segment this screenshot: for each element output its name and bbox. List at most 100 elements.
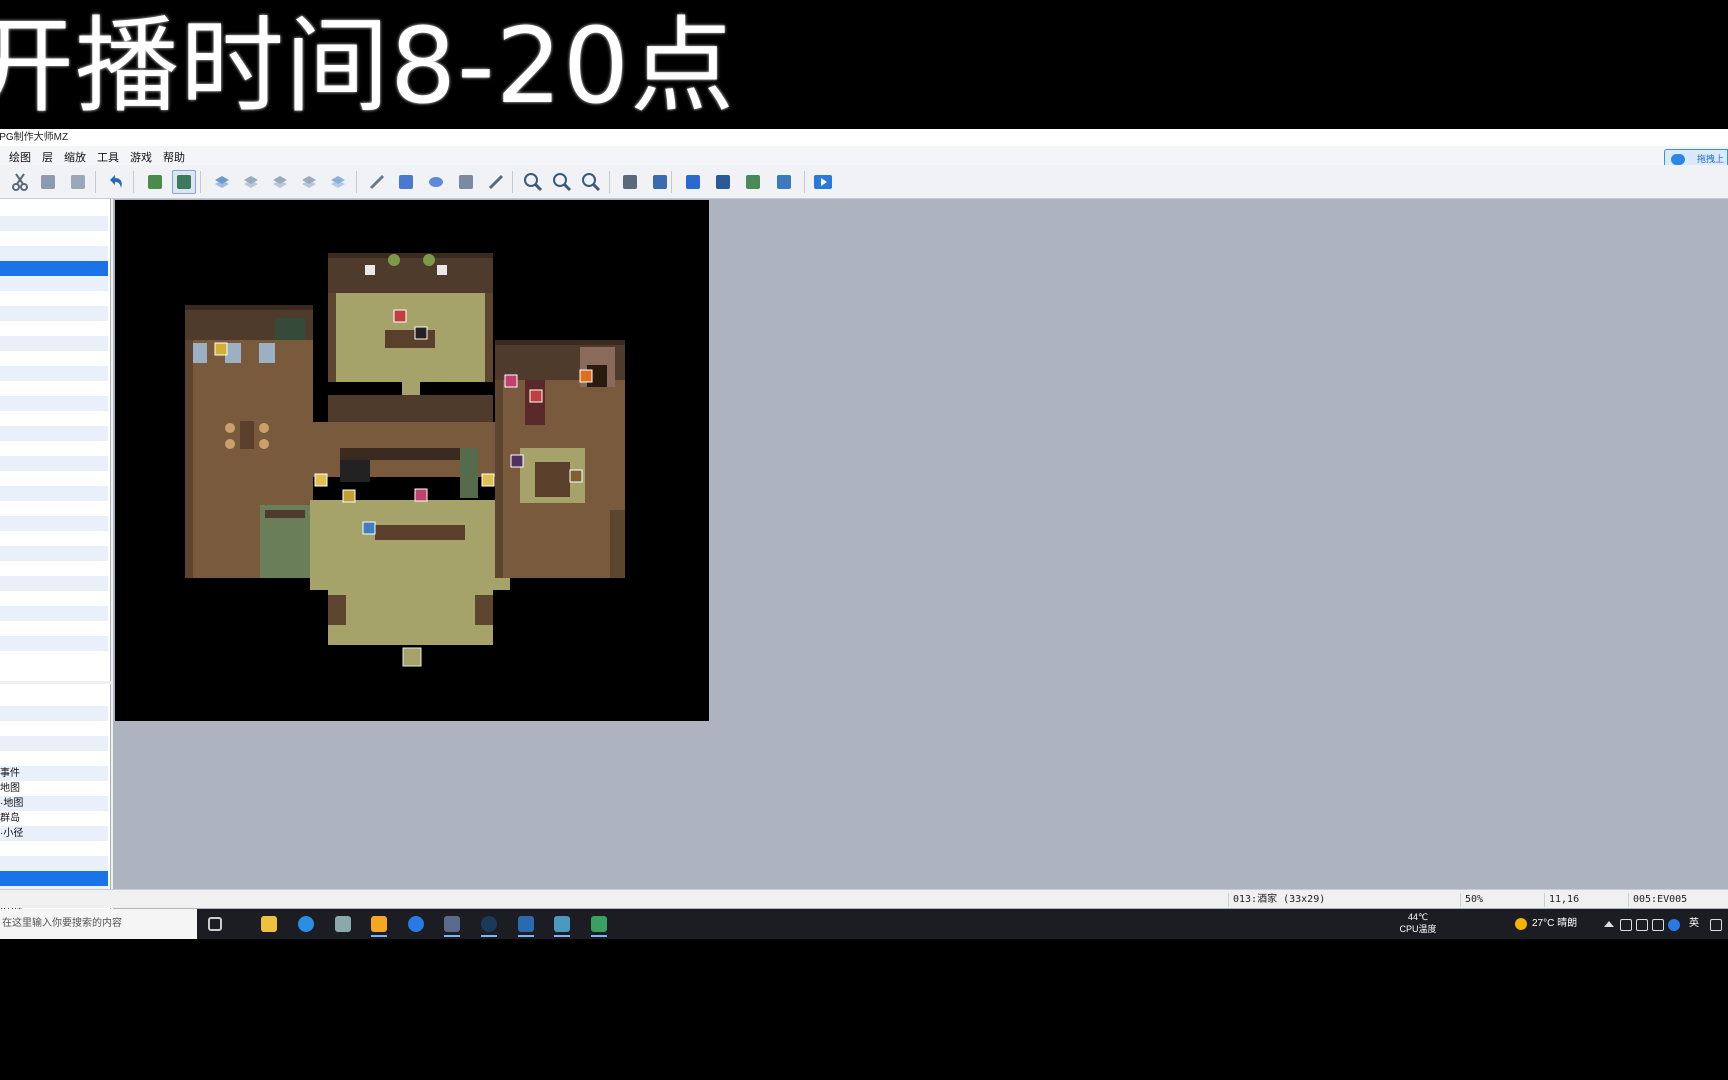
- app-tray-icon[interactable]: [1668, 919, 1680, 931]
- volume-icon[interactable]: [1652, 919, 1664, 931]
- menu-tools[interactable]: 工具: [97, 149, 119, 165]
- tile-row[interactable]: [0, 486, 108, 501]
- character-generator-icon[interactable]: [772, 170, 796, 194]
- tile-row[interactable]: [0, 261, 108, 276]
- taskbar-search-input[interactable]: 在这里输入你要搜索的内容: [0, 909, 197, 939]
- rectangle-icon[interactable]: [394, 170, 418, 194]
- resource-manager-icon[interactable]: [741, 170, 765, 194]
- event-mode-icon[interactable]: [172, 170, 196, 194]
- tile-row[interactable]: [0, 336, 108, 351]
- map-list-item[interactable]: ·小径: [0, 826, 108, 841]
- tile-row[interactable]: [0, 546, 108, 561]
- map-list-item[interactable]: [0, 706, 108, 721]
- tile-row[interactable]: [0, 276, 108, 291]
- map-canvas[interactable]: [115, 200, 709, 721]
- app-orange-icon[interactable]: [366, 912, 392, 937]
- menu-draw[interactable]: 绘图: [9, 149, 31, 165]
- plugin-manager-icon[interactable]: [648, 170, 672, 194]
- map-drawing[interactable]: [115, 200, 709, 721]
- menu-layer[interactable]: 层: [42, 149, 53, 165]
- map-list-item[interactable]: [0, 736, 108, 751]
- layer-3-icon[interactable]: [297, 170, 321, 194]
- tile-row[interactable]: [0, 516, 108, 531]
- rpg-maker-task-icon[interactable]: [439, 912, 465, 937]
- tile-row[interactable]: [0, 561, 108, 576]
- tile-row[interactable]: [0, 351, 108, 366]
- menu-help[interactable]: 帮助: [163, 149, 185, 165]
- database-icon[interactable]: [618, 170, 642, 194]
- game-app-icon[interactable]: [586, 912, 612, 937]
- zoom-actual-icon[interactable]: [579, 170, 603, 194]
- menu-zoom[interactable]: 缩放: [64, 149, 86, 165]
- tile-row[interactable]: [0, 456, 108, 471]
- tile-row[interactable]: [0, 291, 108, 306]
- playtest-icon[interactable]: [811, 170, 835, 194]
- title-bar[interactable]: RPG制作大师MZ: [0, 129, 1728, 146]
- map-list-item[interactable]: [0, 721, 108, 736]
- tile-row[interactable]: [0, 231, 108, 246]
- steam-icon[interactable]: [476, 912, 502, 937]
- tile-row[interactable]: [0, 396, 108, 411]
- map-editor-area[interactable]: [113, 199, 1728, 909]
- weather-text[interactable]: 27°C 晴朗: [1532, 909, 1577, 939]
- tile-row[interactable]: [0, 471, 108, 486]
- task-view-icon[interactable]: [202, 912, 228, 936]
- map-tree[interactable]: 事件地图·地图群岛·小径·小径地: [0, 684, 111, 909]
- tile-row[interactable]: [0, 321, 108, 336]
- layer-1-icon[interactable]: [239, 170, 263, 194]
- map-list-item[interactable]: [0, 691, 108, 706]
- fill-icon[interactable]: [454, 170, 478, 194]
- calculator-icon[interactable]: [330, 912, 356, 936]
- map-list-item[interactable]: [0, 841, 108, 856]
- sound-test-icon[interactable]: [681, 170, 705, 194]
- weather-sun-icon[interactable]: [1515, 918, 1527, 930]
- file-explorer-icon[interactable]: [256, 912, 282, 936]
- pencil-icon[interactable]: [365, 170, 389, 194]
- layer-auto-icon[interactable]: [210, 170, 234, 194]
- edge-browser-icon[interactable]: [293, 912, 319, 936]
- map-list-item[interactable]: [0, 856, 108, 871]
- tile-row[interactable]: [0, 576, 108, 591]
- tile-row[interactable]: [0, 606, 108, 621]
- screen-capture-icon[interactable]: [549, 912, 575, 937]
- map-list-item[interactable]: [0, 751, 108, 766]
- shadow-pen-icon[interactable]: [484, 170, 508, 194]
- photos-icon[interactable]: [513, 912, 539, 937]
- network-icon[interactable]: [1636, 919, 1648, 931]
- zoom-out-icon[interactable]: [550, 170, 574, 194]
- k-app-icon[interactable]: [403, 912, 429, 936]
- event-searcher-icon[interactable]: [711, 170, 735, 194]
- microphone-icon[interactable]: [1620, 919, 1632, 931]
- tile-row[interactable]: [0, 636, 108, 651]
- tile-row[interactable]: [0, 441, 108, 456]
- tile-row[interactable]: [0, 501, 108, 516]
- map-list-item[interactable]: ·地图: [0, 796, 108, 811]
- map-list-item[interactable]: 地图: [0, 781, 108, 796]
- tile-row[interactable]: [0, 246, 108, 261]
- ime-indicator[interactable]: 英: [1689, 909, 1699, 939]
- map-mode-icon[interactable]: [143, 170, 167, 194]
- tile-row[interactable]: [0, 426, 108, 441]
- notification-icon[interactable]: [1710, 919, 1722, 931]
- map-list-item[interactable]: [0, 871, 108, 886]
- paste-icon[interactable]: [66, 170, 90, 194]
- map-list-item[interactable]: 群岛: [0, 811, 108, 826]
- menu-game[interactable]: 游戏: [130, 149, 152, 165]
- tileset-panel[interactable]: [0, 199, 111, 681]
- ellipse-icon[interactable]: [424, 170, 448, 194]
- tile-row[interactable]: [0, 411, 108, 426]
- tile-row[interactable]: [0, 591, 108, 606]
- chevron-up-icon[interactable]: [1604, 921, 1614, 927]
- tile-row[interactable]: [0, 201, 108, 216]
- cpu-temperature-widget[interactable]: 44℃ CPU温度: [1388, 911, 1448, 935]
- cut-icon[interactable]: [8, 170, 32, 194]
- tile-row[interactable]: [0, 216, 108, 231]
- tile-row[interactable]: [0, 366, 108, 381]
- map-list-item[interactable]: 事件: [0, 766, 108, 781]
- zoom-in-icon[interactable]: [521, 170, 545, 194]
- tile-row[interactable]: [0, 381, 108, 396]
- tile-row[interactable]: [0, 621, 108, 636]
- tile-row[interactable]: [0, 651, 108, 666]
- tile-row[interactable]: [0, 531, 108, 546]
- layer-2-icon[interactable]: [268, 170, 292, 194]
